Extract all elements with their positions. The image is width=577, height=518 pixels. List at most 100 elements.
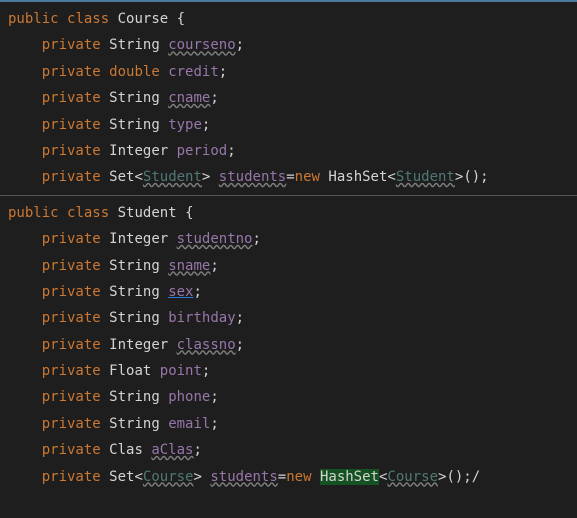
field-name: aClas xyxy=(151,442,193,458)
field-line[interactable]: private String birthday; xyxy=(0,305,577,331)
field-line[interactable]: private String cname; xyxy=(0,85,577,111)
code-panel-student[interactable]: public class Student { private Integer s… xyxy=(0,195,577,494)
code-panel-course[interactable]: public class Course { private String cou… xyxy=(0,0,577,195)
class-name: Student xyxy=(118,205,177,221)
angle-open: < xyxy=(387,169,395,185)
field-name: type xyxy=(168,117,202,133)
semicolon: ; xyxy=(210,389,218,405)
keyword-private: private xyxy=(42,284,101,300)
field-name: students xyxy=(219,169,286,185)
type-name: Set xyxy=(109,169,134,185)
field-line[interactable]: private String email; xyxy=(0,411,577,437)
angle-close: > xyxy=(202,169,210,185)
field-name: sex xyxy=(168,284,193,300)
generic-type: Student xyxy=(143,169,202,185)
semicolon: ; xyxy=(227,143,235,159)
type-name: Integer xyxy=(109,143,168,159)
open-brace: { xyxy=(177,11,185,27)
keyword-private: private xyxy=(42,389,101,405)
class-declaration[interactable]: public class Course { xyxy=(0,6,577,32)
field-line[interactable]: private Integer studentno; xyxy=(0,226,577,252)
type-name: String xyxy=(109,416,160,432)
type-name: double xyxy=(109,64,160,80)
keyword-private: private xyxy=(42,337,101,353)
semicolon: ; xyxy=(210,258,218,274)
type-name: Clas xyxy=(109,442,143,458)
angle-open: < xyxy=(134,469,142,485)
field-line[interactable]: private Set<Student> students=new HashSe… xyxy=(0,164,577,190)
semicolon: ; xyxy=(202,363,210,379)
field-name: credit xyxy=(168,64,219,80)
field-line[interactable]: private Float point; xyxy=(0,358,577,384)
field-line[interactable]: private Integer period; xyxy=(0,138,577,164)
generic-type: Course xyxy=(143,469,194,485)
angle-open: < xyxy=(134,169,142,185)
type-name: String xyxy=(109,284,160,300)
semicolon: ; xyxy=(236,310,244,326)
open-brace: { xyxy=(185,205,193,221)
keyword-private: private xyxy=(42,231,101,247)
field-line[interactable]: private Clas aClas; xyxy=(0,437,577,463)
keyword-private: private xyxy=(42,310,101,326)
tail: (); xyxy=(463,169,488,185)
field-name: point xyxy=(160,363,202,379)
equals: = xyxy=(286,169,294,185)
type-name: String xyxy=(109,310,160,326)
class-name: Course xyxy=(118,11,169,27)
field-name: phone xyxy=(168,389,210,405)
field-name: studentno xyxy=(177,231,253,247)
semicolon: ; xyxy=(193,284,201,300)
keyword-public: public xyxy=(8,11,59,27)
field-name: sname xyxy=(168,258,210,274)
tail: ();/ xyxy=(446,469,480,485)
field-name: birthday xyxy=(168,310,235,326)
field-line[interactable]: private String sex; xyxy=(0,279,577,305)
keyword-private: private xyxy=(42,416,101,432)
type-name: String xyxy=(109,258,160,274)
field-line[interactable]: private String courseno; xyxy=(0,32,577,58)
field-name: email xyxy=(168,416,210,432)
type-name: String xyxy=(109,117,160,133)
keyword-private: private xyxy=(42,90,101,106)
impl-type: HashSet xyxy=(328,169,387,185)
keyword-private: private xyxy=(42,258,101,274)
field-line[interactable]: private String sname; xyxy=(0,253,577,279)
class-declaration[interactable]: public class Student { xyxy=(0,200,577,226)
type-name: Set xyxy=(109,469,134,485)
type-name: String xyxy=(109,37,160,53)
field-name: period xyxy=(177,143,228,159)
code-editor[interactable]: public class Course { private String cou… xyxy=(0,0,577,494)
semicolon: ; xyxy=(219,64,227,80)
type-name: String xyxy=(109,90,160,106)
generic-type: Student xyxy=(396,169,455,185)
field-line[interactable]: private Set<Course> students=new HashSet… xyxy=(0,464,577,490)
keyword-class: class xyxy=(67,11,109,27)
keyword-private: private xyxy=(42,37,101,53)
keyword-new: new xyxy=(295,169,320,185)
semicolon: ; xyxy=(236,337,244,353)
type-name: Integer xyxy=(109,337,168,353)
semicolon: ; xyxy=(202,117,210,133)
field-line[interactable]: private double credit; xyxy=(0,59,577,85)
semicolon: ; xyxy=(210,416,218,432)
field-name: students xyxy=(210,469,277,485)
semicolon: ; xyxy=(193,442,201,458)
field-line[interactable]: private Integer classno; xyxy=(0,332,577,358)
field-name: courseno xyxy=(168,37,235,53)
semicolon: ; xyxy=(252,231,260,247)
field-name: classno xyxy=(177,337,236,353)
keyword-private: private xyxy=(42,117,101,133)
type-name: String xyxy=(109,389,160,405)
keyword-private: private xyxy=(42,64,101,80)
keyword-public: public xyxy=(8,205,59,221)
keyword-class: class xyxy=(67,205,109,221)
field-line[interactable]: private String type; xyxy=(0,112,577,138)
impl-type-highlighted: HashSet xyxy=(320,469,379,485)
keyword-private: private xyxy=(42,469,101,485)
field-line[interactable]: private String phone; xyxy=(0,384,577,410)
angle-close: > xyxy=(193,469,201,485)
semicolon: ; xyxy=(210,90,218,106)
keyword-private: private xyxy=(42,363,101,379)
equals: = xyxy=(278,469,286,485)
semicolon: ; xyxy=(236,37,244,53)
